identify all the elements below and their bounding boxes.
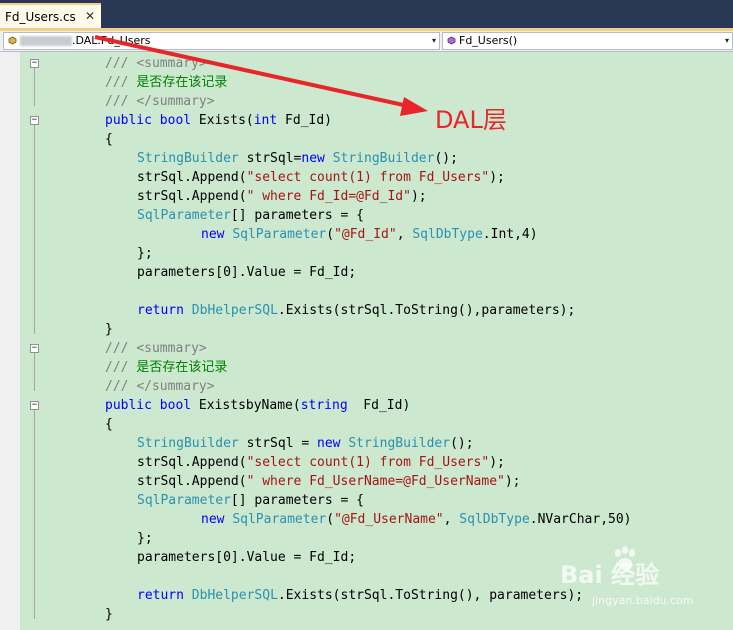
- annotation-arrow: [94, 35, 428, 116]
- arrow-head: [400, 97, 428, 116]
- watermark-url: jingyan.baidu.com: [592, 594, 694, 607]
- watermark-logo: Bai 经验: [560, 561, 660, 589]
- annotation-label: DAL层: [435, 106, 507, 134]
